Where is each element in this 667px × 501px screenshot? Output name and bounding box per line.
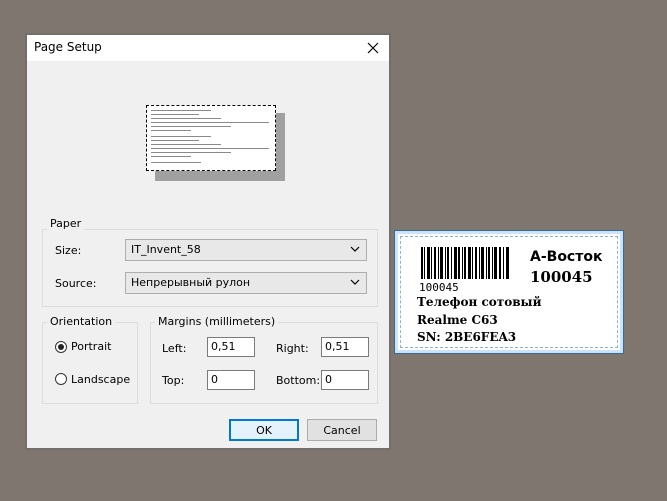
close-icon[interactable]: [357, 35, 389, 61]
source-label: Source:: [55, 277, 97, 290]
chevron-down-icon: [350, 277, 360, 290]
chevron-down-icon: [350, 244, 360, 257]
barcode-number: 100045: [419, 281, 459, 294]
portrait-label[interactable]: Portrait: [71, 340, 111, 353]
paper-group-label: Paper: [47, 217, 85, 230]
bottom-margin-input[interactable]: 0: [321, 370, 369, 390]
orientation-group-label: Orientation: [47, 315, 116, 328]
source-select[interactable]: Непрерывный рулон: [125, 272, 367, 294]
title-bar[interactable]: Page Setup: [27, 35, 389, 61]
left-margin-input[interactable]: 0,51: [207, 337, 255, 357]
landscape-label[interactable]: Landscape: [71, 373, 130, 386]
right-margin-label: Right:: [276, 342, 309, 355]
left-margin-value: 0,51: [211, 340, 236, 353]
size-label: Size:: [55, 244, 82, 257]
orientation-group: [42, 322, 138, 404]
top-margin-input[interactable]: 0: [207, 370, 255, 390]
ok-button[interactable]: OK: [229, 419, 299, 441]
barcode-image: [421, 247, 509, 279]
landscape-radio[interactable]: [55, 373, 67, 385]
right-margin-value: 0,51: [325, 340, 350, 353]
label-line-1: Телефон сотовый: [417, 295, 542, 309]
page-preview: [146, 105, 276, 171]
size-value: IT_Invent_58: [131, 243, 201, 256]
size-select[interactable]: IT_Invent_58: [125, 239, 367, 261]
label-preview: 100045 А-Восток 100045 Телефон сотовый R…: [394, 230, 624, 354]
label-code: 100045: [530, 268, 593, 286]
portrait-radio[interactable]: [55, 341, 67, 353]
dialog-title: Page Setup: [34, 40, 102, 54]
label-border: 100045 А-Восток 100045 Телефон сотовый R…: [400, 236, 618, 348]
left-margin-label: Left:: [162, 342, 187, 355]
source-value: Непрерывный рулон: [131, 276, 251, 289]
margins-group: [150, 322, 378, 404]
margins-group-label: Margins (millimeters): [155, 315, 279, 328]
label-place: А-Восток: [530, 249, 603, 265]
bottom-margin-value: 0: [325, 373, 332, 386]
cancel-button[interactable]: Cancel: [307, 419, 377, 441]
label-line-3: SN: 2BE6FEA3: [417, 330, 517, 344]
top-margin-label: Top:: [162, 374, 185, 387]
label-line-2: Realme C63: [417, 313, 498, 327]
right-margin-input[interactable]: 0,51: [321, 337, 369, 357]
bottom-margin-label: Bottom:: [276, 374, 321, 387]
page-setup-dialog: Page Setup Paper Size: IT_Invent_58 Sour…: [26, 34, 390, 449]
top-margin-value: 0: [211, 373, 218, 386]
